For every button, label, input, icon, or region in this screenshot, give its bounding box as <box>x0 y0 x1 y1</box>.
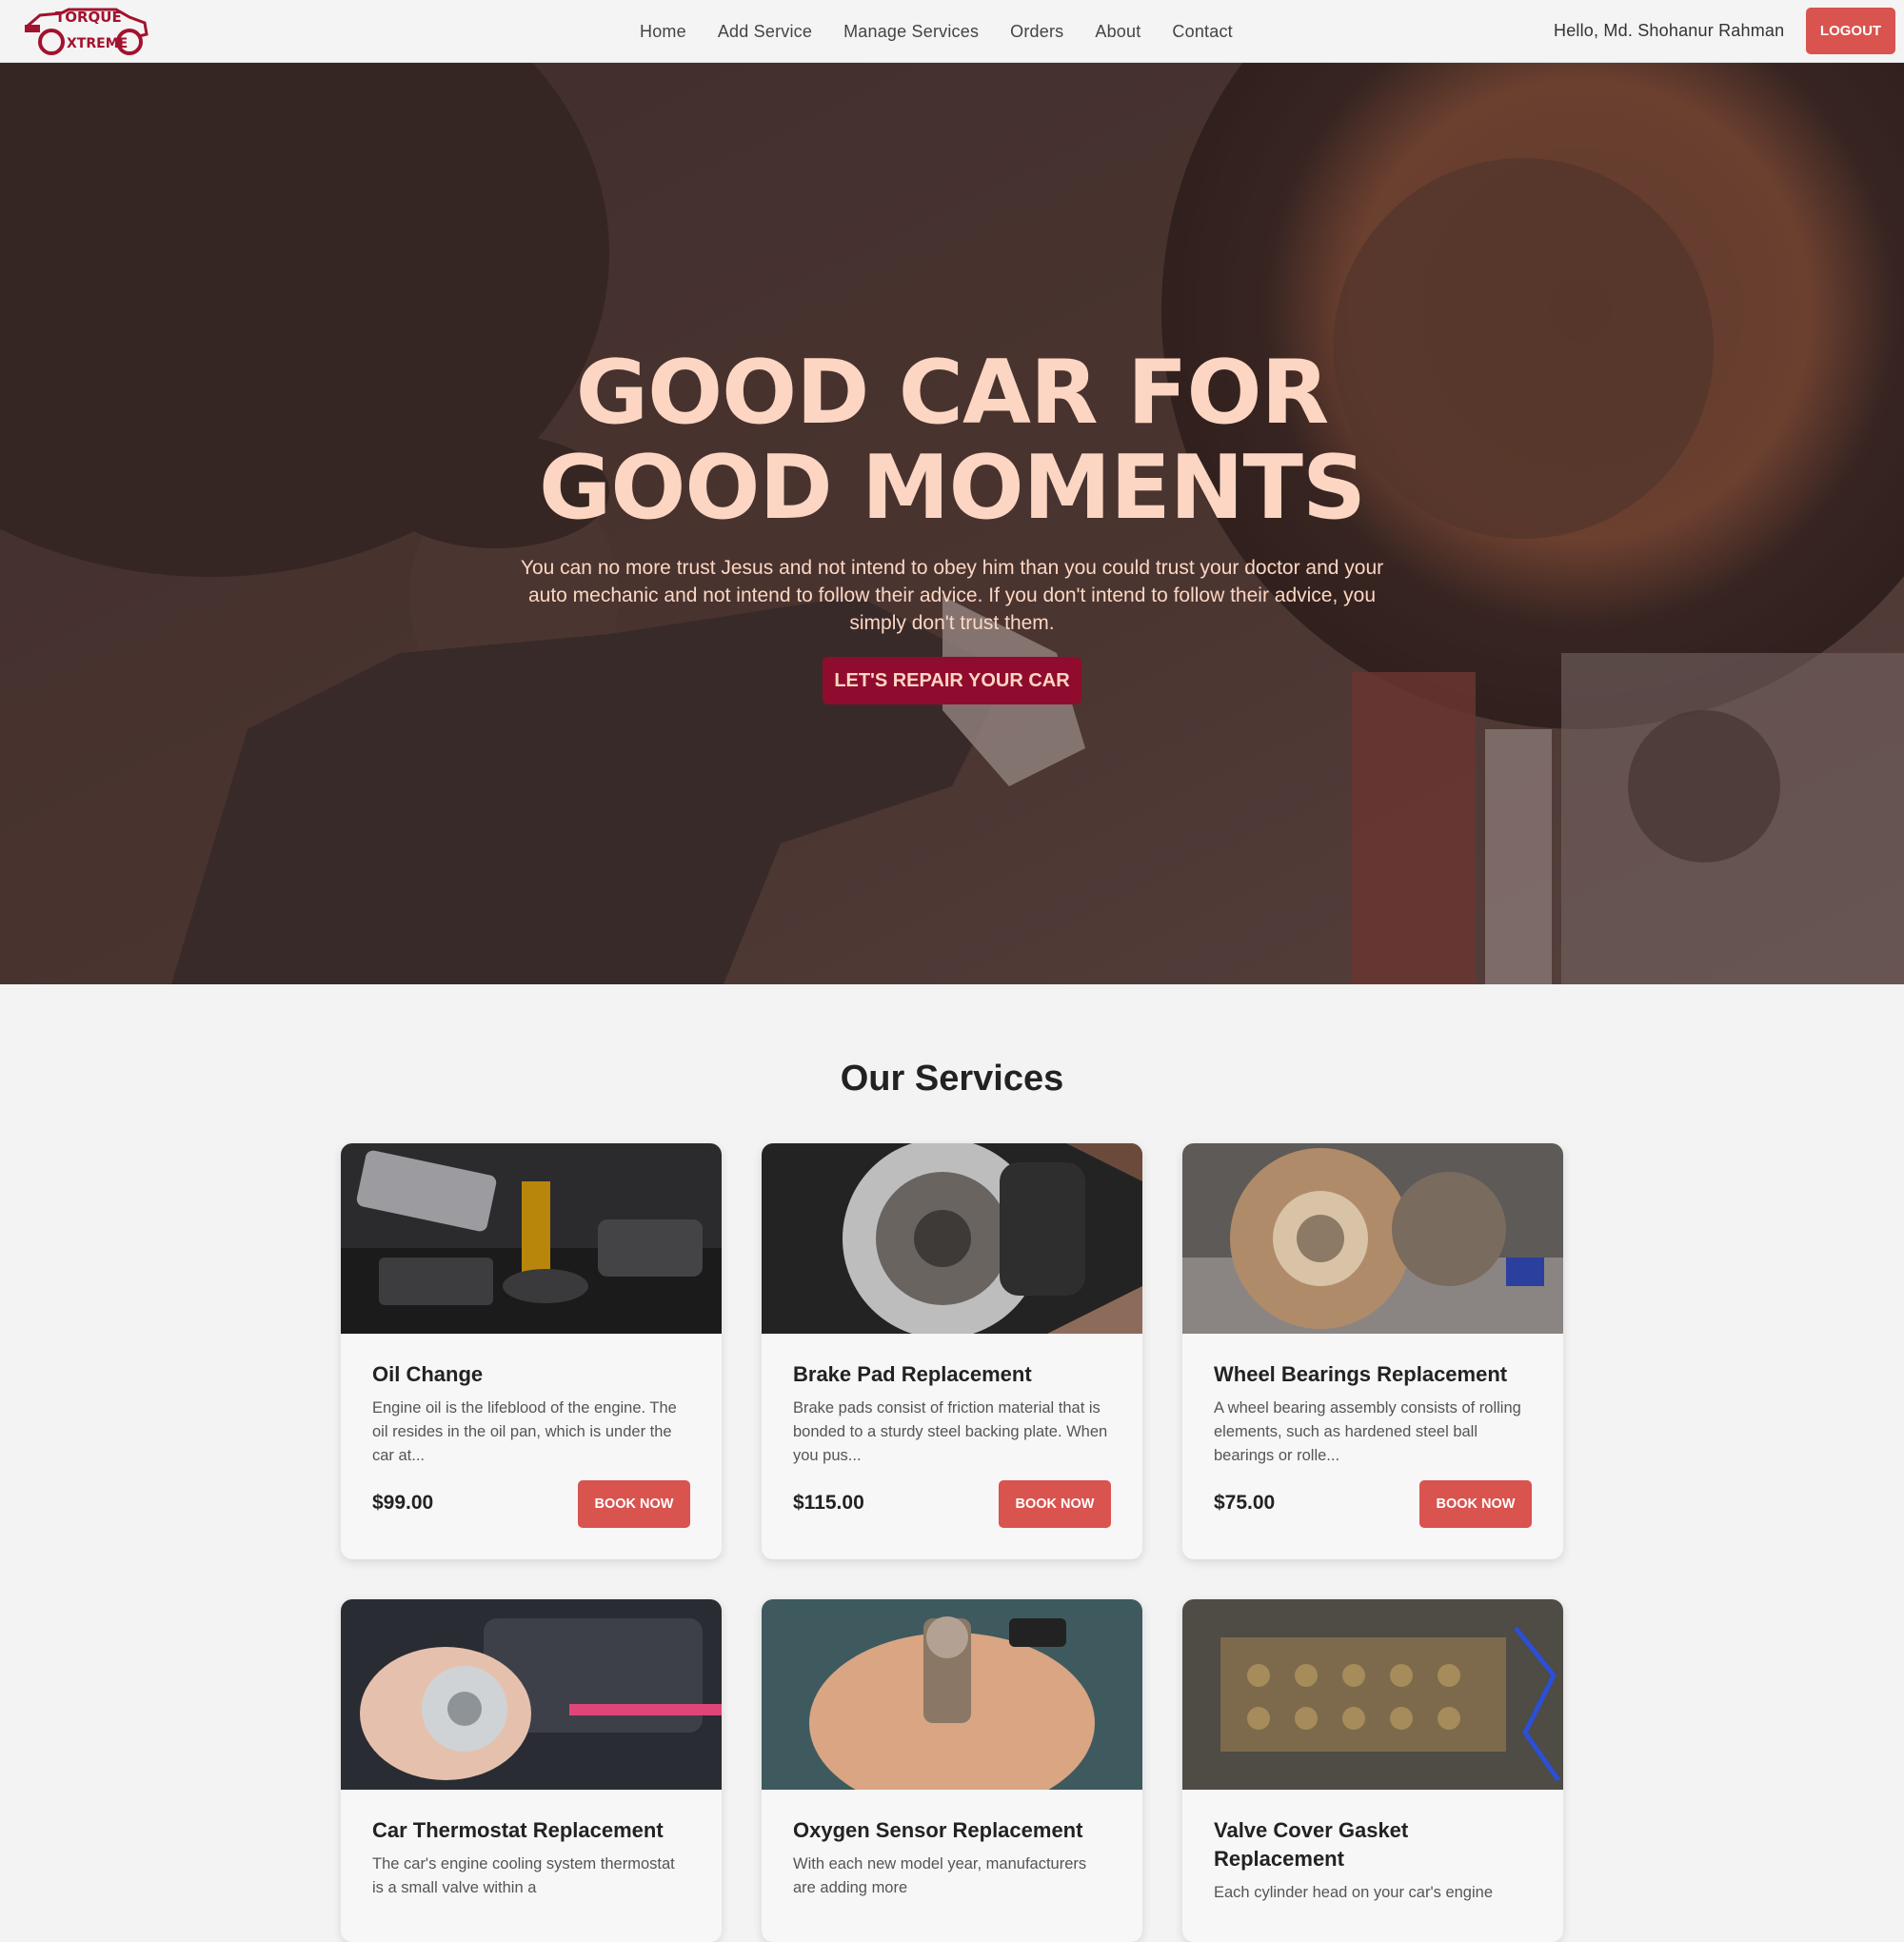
service-title: Oxygen Sensor Replacement <box>793 1818 1083 1842</box>
service-price: $115.00 <box>793 1492 864 1514</box>
logo-text-bottom: XTREME <box>67 36 128 51</box>
service-card: Wheel Bearings Replacement A wheel beari… <box>1182 1143 1563 1559</box>
book-now-button[interactable]: BOOK NOW <box>999 1480 1111 1528</box>
oxygen-sensor-image <box>762 1599 1142 1790</box>
nav-manage-services-link[interactable]: Manage Services <box>843 22 979 42</box>
service-title: Valve Cover Gasket Replacement <box>1214 1818 1409 1871</box>
service-card: Oil Change Engine oil is the lifeblood o… <box>341 1143 722 1559</box>
service-card: Oxygen Sensor Replacement With each new … <box>762 1599 1142 1942</box>
service-price: $75.00 <box>1214 1492 1276 1514</box>
thermostat-image <box>341 1599 722 1790</box>
nav-add-service-link[interactable]: Add Service <box>718 22 812 42</box>
main-nav: Home Add Service Manage Services Orders … <box>640 0 1264 63</box>
hero-title: GOOD CAR FOR GOOD MOMENTS <box>0 345 1904 535</box>
valve-cover-image <box>1182 1599 1563 1790</box>
hero-title-line2: GOOD MOMENTS <box>539 436 1366 539</box>
logout-button[interactable]: LOGOUT <box>1806 8 1895 54</box>
wheel-bearing-image <box>1182 1143 1563 1334</box>
service-description: Each cylinder head on your car's engine <box>1214 1884 1493 1901</box>
logo-text-top: TORQUE <box>55 9 122 26</box>
book-now-button[interactable]: BOOK NOW <box>578 1480 690 1528</box>
hero-description: You can no more trust Jesus and not inte… <box>520 557 1384 634</box>
hero-title-line1: GOOD CAR FOR <box>575 341 1329 444</box>
book-now-button[interactable]: BOOK NOW <box>1419 1480 1532 1528</box>
service-description: A wheel bearing assembly consists of rol… <box>1214 1399 1521 1464</box>
user-greeting: Hello, Md. Shohanur Rahman <box>1554 21 1785 40</box>
service-price: $99.00 <box>372 1492 434 1514</box>
service-title: Car Thermostat Replacement <box>372 1818 664 1842</box>
service-title: Oil Change <box>372 1362 484 1386</box>
torque-xtreme-logo[interactable]: TORQUE XTREME <box>23 6 152 57</box>
service-description: The car's engine cooling system thermost… <box>372 1855 675 1896</box>
nav-home-link[interactable]: Home <box>640 22 686 42</box>
nav-orders-link[interactable]: Orders <box>1010 22 1063 42</box>
service-card: Car Thermostat Replacement The car's eng… <box>341 1599 722 1942</box>
service-card: Valve Cover Gasket Replacement Each cyli… <box>1182 1599 1563 1942</box>
repair-car-button[interactable]: LET'S REPAIR YOUR CAR <box>823 657 1081 704</box>
hero-banner: GOOD CAR FOR GOOD MOMENTS You can no mor… <box>0 63 1904 984</box>
service-card: Brake Pad Replacement Brake pads consist… <box>762 1143 1142 1559</box>
nav-about-link[interactable]: About <box>1095 22 1140 42</box>
services-section-title: Our Services <box>840 1059 1064 1099</box>
service-description: Brake pads consist of friction material … <box>793 1399 1108 1464</box>
nav-contact-link[interactable]: Contact <box>1172 22 1232 42</box>
service-title: Brake Pad Replacement <box>793 1362 1032 1386</box>
service-description: Engine oil is the lifeblood of the engin… <box>372 1399 677 1464</box>
service-description: With each new model year, manufacturers … <box>793 1855 1087 1896</box>
oil-change-image <box>341 1143 722 1334</box>
navbar: TORQUE XTREME Home Add Service Manage Se… <box>0 0 1904 63</box>
brake-pad-image <box>762 1143 1142 1334</box>
service-title: Wheel Bearings Replacement <box>1214 1362 1508 1386</box>
